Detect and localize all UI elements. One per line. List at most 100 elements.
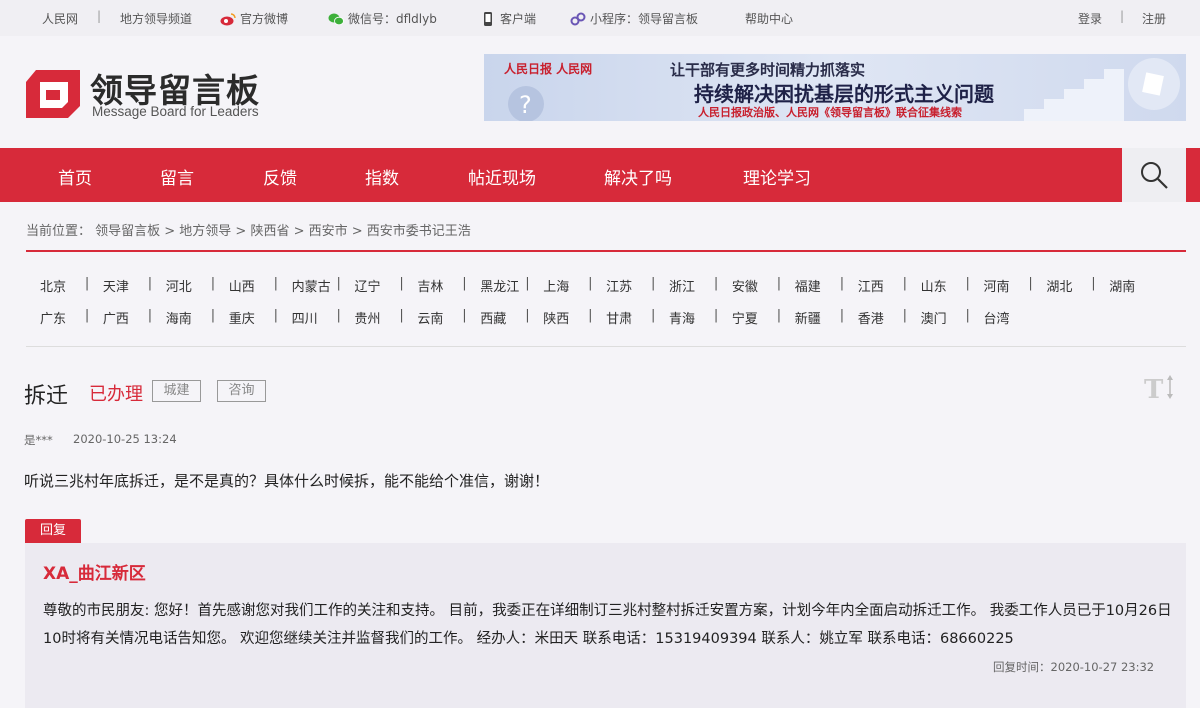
province-link[interactable]: 新疆 (795, 308, 821, 327)
separator: | (97, 9, 102, 23)
province-link[interactable]: 上海 (543, 276, 569, 295)
province-link[interactable]: 台湾 (984, 308, 1010, 327)
province-link[interactable]: 湖南 (1109, 276, 1135, 295)
reply-content: 尊敬的市民朋友: 您好！首先感谢您对我们工作的关注和支持。 目前，我委正在详细制… (43, 603, 1172, 647)
separator: | (713, 308, 719, 323)
banner-line1: 让干部有更多时间精力抓落实 (670, 61, 866, 79)
svg-text:?: ? (519, 91, 532, 119)
font-size-icon[interactable]: T (1144, 372, 1176, 402)
province-link[interactable]: 山东 (921, 276, 947, 295)
nav-solved[interactable]: 解决了吗 (604, 164, 672, 189)
separator: | (525, 308, 530, 323)
province-link[interactable]: 四川 (292, 308, 318, 327)
separator: | (776, 276, 782, 291)
logo-mark-icon (26, 70, 80, 118)
tag-type[interactable]: 咨询 (217, 380, 266, 402)
province-link[interactable]: 宁夏 (732, 308, 758, 327)
province-link[interactable]: 贵州 (355, 308, 381, 327)
separator: | (147, 308, 153, 323)
province-link[interactable]: 甘肃 (606, 308, 632, 327)
people-link[interactable]: 人民网 (42, 10, 78, 27)
separator: | (210, 308, 216, 323)
campaign-banner[interactable]: ? 人民日报 人民网 让干部有更多时间精力抓落实 持续解决困扰基层的形式主义问题… (484, 54, 1186, 121)
province-link[interactable]: 湖北 (1046, 276, 1072, 295)
header: 领导留言板 Message Board for Leaders ? 人民日报 人… (0, 36, 1200, 148)
province-link[interactable]: 安徽 (732, 276, 758, 295)
register-link[interactable]: 注册 (1142, 10, 1166, 27)
wechat-label: 微信号：dfldlyb (348, 12, 437, 26)
province-link[interactable]: 海南 (166, 308, 192, 327)
main-nav: 首页 留言 反馈 指数 帖近现场 解决了吗 理论学习 (0, 148, 1200, 202)
tag-category[interactable]: 城建 (152, 380, 201, 402)
province-link[interactable]: 青海 (669, 308, 695, 327)
banner-publisher: 人民日报 人民网 (504, 62, 593, 76)
login-link[interactable]: 登录 (1078, 10, 1102, 27)
province-link[interactable]: 云南 (417, 308, 443, 327)
search-icon (1141, 162, 1168, 189)
nav-theory[interactable]: 理论学习 (743, 164, 811, 189)
search-button[interactable] (1122, 148, 1186, 202)
message-author: 是*** (24, 433, 53, 447)
site-logo[interactable]: 领导留言板 Message Board for Leaders (26, 64, 286, 126)
separator: | (399, 308, 404, 323)
province-link[interactable]: 江苏 (606, 276, 632, 295)
breadcrumb[interactable]: 当前位置： 领导留言板 > 地方领导 > 陕西省 > 西安市 > 西安市委书记王… (26, 220, 471, 239)
separator: | (776, 308, 782, 323)
reply-time: 回复时间：2020-10-27 23:32 (993, 660, 1155, 674)
message-time: 2020-10-25 13:24 (73, 432, 177, 446)
province-link[interactable]: 江西 (858, 276, 884, 295)
province-link[interactable]: 香港 (858, 308, 884, 327)
province-link[interactable]: 福建 (795, 276, 821, 295)
miniprogram-icon (570, 12, 586, 25)
reply-panel: XA_曲江新区 尊敬的市民朋友: 您好！首先感谢您对我们工作的关注和支持。 目前… (25, 543, 1186, 708)
nav-index[interactable]: 指数 (365, 164, 399, 189)
phone-icon (484, 11, 492, 26)
weibo-link[interactable]: 官方微博 (220, 10, 288, 27)
province-link[interactable]: 黑龙江 (480, 276, 519, 295)
help-link[interactable]: 帮助中心 (745, 10, 793, 27)
divider (26, 250, 1186, 252)
province-link[interactable]: 河北 (166, 276, 192, 295)
reply-organization: XA_曲江新区 (43, 564, 146, 584)
separator: | (588, 308, 593, 323)
channel-link[interactable]: 地方领导频道 (120, 10, 192, 27)
province-link[interactable]: 重庆 (229, 308, 255, 327)
province-link[interactable]: 辽宁 (355, 276, 381, 295)
nav-home[interactable]: 首页 (58, 164, 92, 189)
province-link[interactable]: 河南 (984, 276, 1010, 295)
wechat-icon (328, 13, 344, 25)
nav-onsite[interactable]: 帖近现场 (468, 164, 536, 189)
miniprogram-link[interactable]: 小程序：领导留言板 (570, 10, 698, 27)
staircase-illustration (1024, 58, 1180, 121)
top-bar: 人民网 | 地方领导频道 官方微博 微信号：dfldlyb 客户端 小程序：领导… (0, 0, 1200, 36)
province-link[interactable]: 天津 (103, 276, 129, 295)
separator: | (273, 308, 278, 323)
separator: | (588, 276, 593, 291)
province-link[interactable]: 西藏 (480, 308, 506, 327)
province-link[interactable]: 山西 (229, 276, 255, 295)
message-title: 拆迁 (24, 384, 69, 409)
province-link[interactable]: 北京 (40, 276, 66, 295)
separator: | (839, 276, 845, 291)
nav-feedback[interactable]: 反馈 (263, 164, 297, 189)
banner-line2: 持续解决困扰基层的形式主义问题 (694, 82, 994, 106)
client-link[interactable]: 客户端 (480, 10, 536, 27)
nav-message[interactable]: 留言 (160, 164, 194, 189)
separator: | (273, 276, 278, 291)
province-link[interactable]: 陕西 (543, 308, 569, 327)
reply-label: 回复 (25, 519, 81, 543)
message-content: 听说三兆村年底拆迁，是不是真的？具体什么时候拆，能不能给个准信，谢谢！ (24, 472, 550, 490)
separator: | (839, 308, 845, 323)
province-link[interactable]: 吉林 (417, 276, 443, 295)
separator: | (462, 308, 467, 323)
separator: | (1028, 276, 1033, 291)
wechat-link[interactable]: 微信号：dfldlyb (328, 10, 437, 27)
province-link[interactable]: 广东 (40, 308, 66, 327)
miniprogram-label: 小程序：领导留言板 (590, 12, 699, 26)
province-link[interactable]: 澳门 (921, 308, 947, 327)
weibo-label: 官方微博 (240, 12, 289, 26)
province-link[interactable]: 内蒙古 (292, 276, 331, 295)
banner-line3: 人民日报政治版、人民网《领导留言板》联合征集线索 (698, 106, 962, 119)
province-link[interactable]: 浙江 (669, 276, 695, 295)
province-link[interactable]: 广西 (103, 308, 129, 327)
